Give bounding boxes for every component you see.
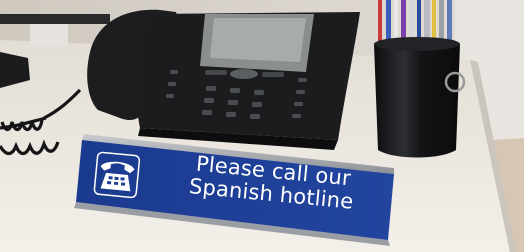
monitor-base: [0, 14, 110, 24]
pen-cup: [374, 0, 466, 158]
phone-softkey-right: [262, 72, 284, 77]
monitor-stand: [30, 24, 68, 46]
phone-display: [210, 18, 306, 62]
phone-softkey-left: [205, 70, 227, 75]
office-desk-photo: [0, 0, 524, 252]
phone-nav-button: [230, 69, 258, 79]
